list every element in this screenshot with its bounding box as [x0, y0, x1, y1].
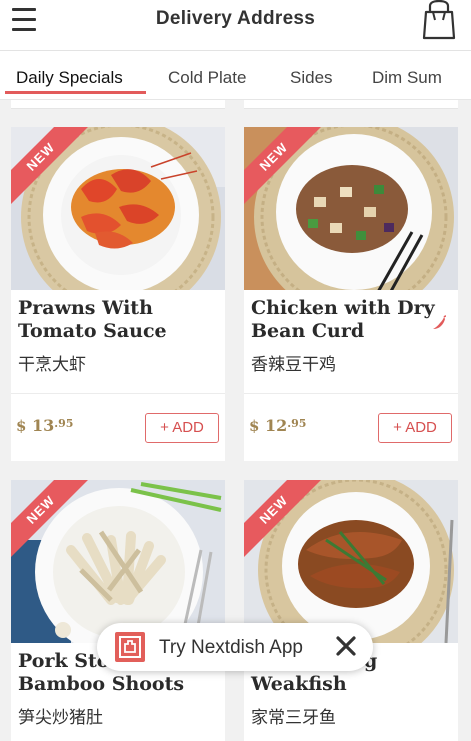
- dish-card[interactable]: NEW Chicken with Dry Bean Curd 香辣豆干鸡 $ 1…: [244, 127, 458, 461]
- active-tab-indicator: [5, 91, 146, 94]
- previous-card-edge: [244, 100, 458, 109]
- add-to-cart-button[interactable]: + ADD: [378, 413, 452, 443]
- tab-cold-plate[interactable]: Cold Plate: [168, 68, 246, 88]
- dish-price: $ 12.95: [249, 416, 307, 435]
- divider: [244, 393, 458, 394]
- dish-name-chinese: 家常三牙鱼: [251, 708, 336, 727]
- dish-photo[interactable]: NEW: [244, 480, 458, 643]
- tab-dim-sum[interactable]: Dim Sum: [372, 68, 442, 88]
- dish-name-chinese: 香辣豆干鸡: [251, 355, 336, 374]
- dish-name-chinese: 笋尖炒猪肚: [18, 708, 103, 727]
- dish-name[interactable]: Prawns With Tomato Sauce: [18, 297, 223, 343]
- dish-card[interactable]: NEW Prawns With Tomato Sauce 干烹大虾 $ 13.9…: [11, 127, 225, 461]
- dish-photo[interactable]: NEW: [11, 480, 225, 643]
- close-x-icon[interactable]: [333, 633, 359, 659]
- dish-photo[interactable]: NEW: [11, 127, 225, 290]
- promo-text[interactable]: Try Nextdish App: [159, 637, 303, 659]
- top-bar: Delivery Address: [0, 0, 471, 51]
- dish-card[interactable]: NEW g Weakfish 家常三牙鱼: [244, 480, 458, 741]
- nextdish-logo-icon: [115, 632, 145, 662]
- shopping-bag-icon[interactable]: [421, 0, 457, 40]
- previous-card-edge: [11, 100, 225, 109]
- add-to-cart-button[interactable]: + ADD: [145, 413, 219, 443]
- divider: [11, 393, 225, 394]
- chili-pepper-icon: [433, 315, 447, 329]
- dish-name[interactable]: Chicken with Dry Bean Curd: [251, 297, 456, 343]
- dish-card[interactable]: NEW Pork Sto Bamboo Shoots 笋尖炒猪肚: [11, 480, 225, 741]
- category-tabs: Daily Specials Cold Plate Sides Dim Sum: [0, 51, 471, 100]
- page-title[interactable]: Delivery Address: [0, 8, 471, 30]
- dish-photo[interactable]: NEW: [244, 127, 458, 290]
- tab-sides[interactable]: Sides: [290, 68, 333, 88]
- dish-price: $ 13.95: [16, 416, 74, 435]
- app-promo-banner[interactable]: Try Nextdish App: [97, 623, 373, 671]
- dish-name-chinese: 干烹大虾: [18, 355, 86, 374]
- tab-daily-specials[interactable]: Daily Specials: [16, 68, 123, 88]
